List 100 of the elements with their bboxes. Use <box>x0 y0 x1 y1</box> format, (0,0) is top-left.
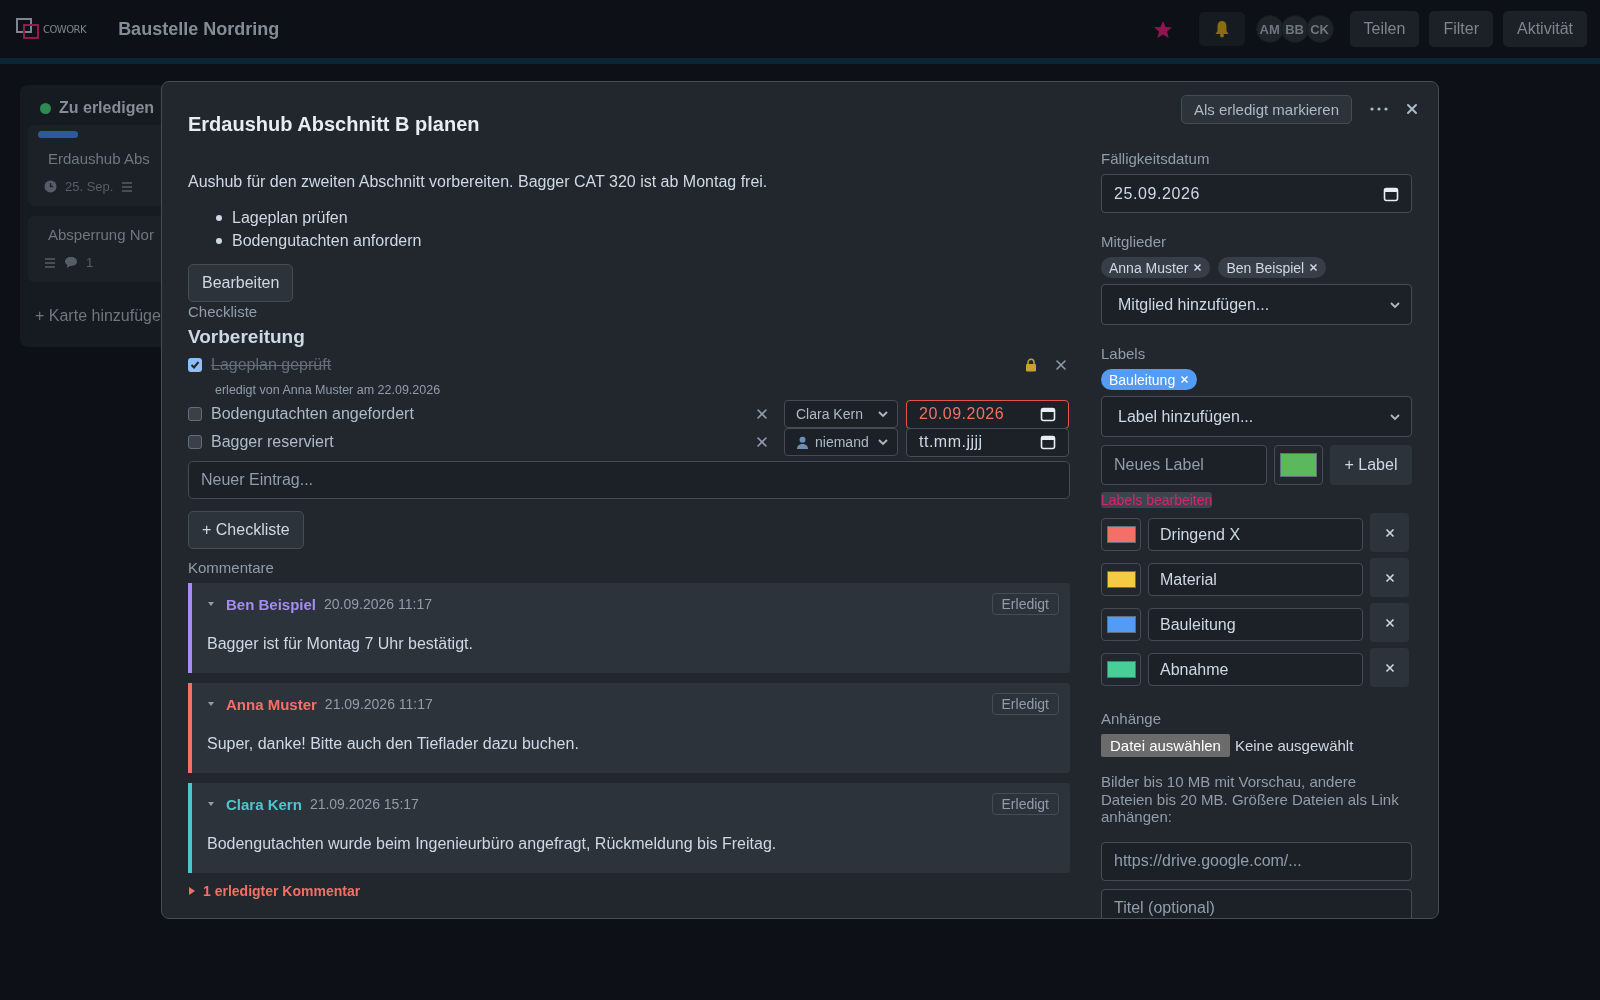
label-select[interactable]: Label hinzufügen... <box>1101 396 1412 437</box>
logo-icon <box>16 18 40 40</box>
comment-time: 21.09.2026 11:17 <box>324 696 434 712</box>
comment-text: Super, danke! Bitte auch den Tieflader dazu buchen. <box>207 735 580 753</box>
more-icon[interactable] <box>1370 107 1388 111</box>
close-icon <box>1384 662 1395 673</box>
remove-icon <box>1309 263 1319 272</box>
checkbox[interactable] <box>188 358 202 372</box>
chevron-icon <box>877 436 889 448</box>
comment-author: Anna Muster <box>226 695 317 713</box>
color-picker[interactable] <box>1101 653 1141 686</box>
description-bullet: Bodengutachten anfordern <box>232 231 422 251</box>
color-swatch <box>1280 453 1317 477</box>
link-title-input[interactable]: Titel (optional) <box>1101 888 1412 918</box>
close-icon <box>1384 617 1395 628</box>
due-date-field[interactable]: tt.mm.jjjj <box>906 427 1069 457</box>
toolbar-button[interactable]: Teilen <box>1349 11 1420 47</box>
card-title: Erdaushub Abs <box>47 149 151 167</box>
comment-text: Bagger ist für Montag 7 Uhr bestätigt. <box>207 635 474 653</box>
resolve-button[interactable]: Erledigt <box>991 793 1059 815</box>
comment-time: 20.09.2026 11:17 <box>324 596 433 612</box>
add-card-link[interactable]: + Karte hinzufüge <box>28 292 161 325</box>
task-card[interactable]: Absperrung Nor 1 <box>28 216 161 282</box>
checklist-title: Vorbereitung <box>188 325 306 349</box>
assignee-select[interactable]: niemand <box>784 428 898 456</box>
color-picker[interactable] <box>1101 518 1141 551</box>
member-avatar[interactable]: CK <box>1305 15 1334 43</box>
color-picker[interactable] <box>1101 563 1141 596</box>
file-status: Keine ausgewählt <box>1234 737 1354 754</box>
field-label: Anhänge <box>1101 710 1163 728</box>
section-label: Checkliste <box>188 303 259 321</box>
member-select[interactable]: Mitglied hinzufügen... <box>1101 284 1412 325</box>
description-icon <box>44 257 56 268</box>
close-icon[interactable] <box>1406 103 1418 115</box>
link-url-input[interactable]: https://drive.google.com/... <box>1101 841 1412 881</box>
delete-icon[interactable] <box>756 436 768 448</box>
comment-time: 21.09.2026 15:17 <box>309 796 420 812</box>
collapse-icon[interactable] <box>207 801 215 807</box>
due-date-field[interactable]: 20.09.2026 <box>906 399 1069 429</box>
description-bullet: Lageplan prüfen <box>232 208 348 228</box>
resolve-button[interactable]: Erledigt <box>991 693 1059 715</box>
checkbox[interactable] <box>188 435 202 449</box>
label-name-input[interactable]: Bauleitung <box>1148 608 1363 641</box>
notifications-button[interactable] <box>1198 12 1245 46</box>
field-label: Mitglieder <box>1101 233 1168 251</box>
checklist-item-text: Bagger reserviert <box>211 433 335 451</box>
star-icon[interactable] <box>1152 19 1173 39</box>
column-title: Zu erledigen <box>59 99 155 117</box>
toolbar-button[interactable]: Aktivität <box>1503 11 1587 47</box>
choose-file-button[interactable]: Datei auswählen <box>1101 734 1230 757</box>
field-label: Fälligkeitsdatum <box>1101 150 1211 168</box>
bell-icon <box>1213 20 1230 38</box>
collapse-icon[interactable] <box>207 601 215 607</box>
task-card[interactable]: Erdaushub Abs 25. Sep. <box>28 125 161 206</box>
new-item-input[interactable]: Neuer Eintrag... <box>188 461 1070 499</box>
delete-label-button[interactable] <box>1370 558 1409 597</box>
card-title: Absperrung Nor <box>47 225 155 243</box>
new-label-input[interactable]: Neues Label <box>1101 445 1267 485</box>
calendar-icon <box>1040 434 1056 450</box>
label-name-input[interactable]: Abnahme <box>1148 653 1363 686</box>
delete-icon[interactable] <box>756 408 768 420</box>
resolve-button[interactable]: Erledigt <box>991 593 1059 615</box>
member-avatar[interactable]: AM <box>1255 15 1284 43</box>
member-chip[interactable]: Ben Beispiel <box>1218 257 1327 278</box>
comment-author: Clara Kern <box>226 795 302 813</box>
label-name-input[interactable]: Dringend X <box>1148 518 1363 551</box>
delete-label-button[interactable] <box>1370 513 1409 552</box>
member-avatar[interactable]: BB <box>1280 15 1309 43</box>
status-dot <box>40 102 51 114</box>
edit-button[interactable]: Bearbeiten <box>188 264 294 302</box>
resolved-comments-toggle[interactable]: 1 erledigter Kommentar <box>188 883 361 899</box>
label-name-input[interactable]: Material <box>1148 563 1363 596</box>
color-picker[interactable] <box>1101 608 1141 641</box>
comment-icon <box>64 256 78 269</box>
add-checklist-button[interactable]: + Checkliste <box>188 511 304 549</box>
member-chip[interactable]: Anna Muster <box>1101 257 1211 278</box>
chevron-icon <box>877 408 889 420</box>
delete-label-button[interactable] <box>1370 603 1409 642</box>
calendar-icon <box>1040 406 1056 422</box>
add-label-button[interactable]: + Label <box>1330 445 1412 485</box>
due-date: 25. Sep. <box>65 179 114 194</box>
logo-text: COWORK <box>43 23 87 35</box>
color-picker[interactable] <box>1274 445 1323 485</box>
delete-label-button[interactable] <box>1370 648 1409 687</box>
calendar-icon <box>1383 185 1399 202</box>
checkbox[interactable] <box>188 407 202 421</box>
toolbar-button[interactable]: Filter <box>1429 11 1493 47</box>
comment-author: Ben Beispiel <box>226 595 317 613</box>
section-label: Kommentare <box>188 559 275 576</box>
due-date-field[interactable]: 25.09.2026 <box>1101 174 1412 213</box>
collapse-icon[interactable] <box>207 701 215 707</box>
attachment-hint: Bilder bis 10 MB mit Vorschau, andere Dateien bis 20 MB. Größere Dateien als Link anhängen: <box>1101 773 1400 826</box>
card-description: Aushub für den zweiten Abschnitt vorbereiten. Bagger CAT 320 ist ab Montag frei. <box>188 172 769 192</box>
completion-note: erledigt von Anna Muster am 22.09.2026 <box>214 382 442 399</box>
close-icon <box>1384 572 1395 583</box>
label-bar <box>38 131 78 138</box>
assignee-select[interactable]: Clara Kern <box>784 400 898 428</box>
comment-text: Bodengutachten wurde beim Ingenieurbüro angefragt, Rückmeldung bis Freitag. <box>207 835 778 853</box>
mark-done-button[interactable]: Als erledigt markieren <box>1180 94 1352 124</box>
delete-icon[interactable] <box>1055 359 1067 371</box>
